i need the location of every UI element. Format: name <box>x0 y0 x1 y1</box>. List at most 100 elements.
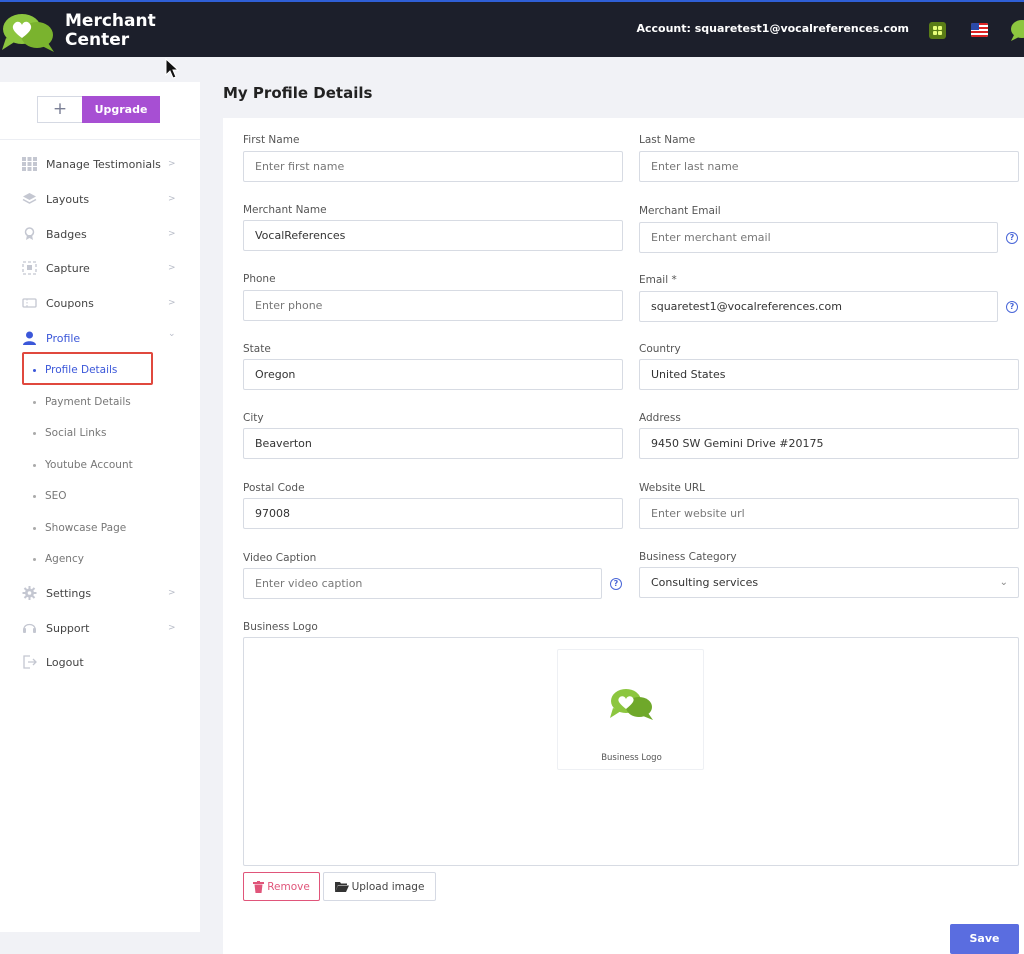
help-icon[interactable]: ? <box>1006 301 1018 313</box>
first-name-label: First Name <box>243 134 300 146</box>
chevron-right-icon: > <box>168 194 176 204</box>
brand-title: Merchant Center <box>65 12 156 50</box>
account-label[interactable]: Account: squaretest1@vocalreferences.com <box>636 22 909 35</box>
brand[interactable]: Merchant Center <box>0 8 156 54</box>
badge-icon <box>24 227 35 240</box>
help-icon[interactable]: ? <box>610 578 622 590</box>
subitem-label: Youtube Account <box>45 459 133 471</box>
state-label: State <box>243 343 271 355</box>
sidebar-item-badges[interactable]: Badges > <box>0 224 200 244</box>
merchant-name-input[interactable]: VocalReferences <box>243 220 623 251</box>
user-icon <box>23 331 36 345</box>
sidebar-item-label: Capture <box>46 261 90 275</box>
remove-button[interactable]: Remove <box>243 872 320 901</box>
bullet-icon <box>33 431 36 435</box>
help-icon[interactable]: ? <box>1006 232 1018 244</box>
phone-label: Phone <box>243 273 276 285</box>
subitem-youtube-account[interactable]: Youtube Account <box>33 456 133 474</box>
chevron-right-icon: > <box>168 229 176 239</box>
business-logo-preview: Business Logo <box>557 649 704 770</box>
add-button[interactable]: + <box>37 96 82 123</box>
postal-code-label: Postal Code <box>243 482 305 494</box>
subitem-label: Agency <box>45 553 84 565</box>
chat-logo-icon[interactable] <box>1008 18 1024 42</box>
business-logo-caption: Business Logo <box>601 753 662 763</box>
chevron-right-icon: > <box>168 298 176 308</box>
merchant-name-label: Merchant Name <box>243 204 327 216</box>
layers-icon <box>22 193 37 204</box>
video-caption-input[interactable]: Enter video caption <box>243 568 602 599</box>
trash-icon <box>253 880 265 893</box>
subitem-showcase-page[interactable]: Showcase Page <box>33 519 126 537</box>
country-input[interactable]: United States <box>639 359 1019 390</box>
subitem-agency[interactable]: Agency <box>33 550 84 568</box>
last-name-label: Last Name <box>639 134 696 146</box>
subitem-social-links[interactable]: Social Links <box>33 424 106 442</box>
sidebar-item-coupons[interactable]: Coupons > <box>0 293 200 313</box>
us-flag-icon[interactable] <box>971 23 988 37</box>
grid-icon <box>22 157 37 171</box>
sidebar-item-label: Manage Testimonials <box>46 157 161 171</box>
bullet-icon <box>33 557 36 561</box>
logout-icon <box>23 655 37 669</box>
sidebar-item-capture[interactable]: Capture > <box>0 258 200 278</box>
upload-button-label: Upload image <box>351 880 425 893</box>
last-name-input[interactable]: Enter last name <box>639 151 1019 182</box>
country-label: Country <box>639 343 681 355</box>
top-navbar: Merchant Center Account: squaretest1@voc… <box>0 0 1024 57</box>
sidebar-item-label: Profile <box>46 331 81 345</box>
merchant-email-label: Merchant Email <box>639 205 721 217</box>
chat-heart-logo-icon <box>2 14 54 52</box>
chevron-down-icon: ⌄ <box>168 329 176 339</box>
subitem-label: Showcase Page <box>45 522 127 534</box>
upgrade-section: + Upgrade <box>0 82 200 140</box>
sidebar-item-label: Logout <box>46 655 84 669</box>
business-category-value: Consulting services <box>651 576 759 589</box>
sidebar: + Upgrade Manage Testimonials > Layouts … <box>0 82 200 932</box>
business-category-select[interactable]: Consulting services ⌄ <box>639 567 1019 598</box>
address-input[interactable]: 9450 SW Gemini Drive #20175 <box>639 428 1019 459</box>
business-category-label: Business Category <box>639 551 737 563</box>
sidebar-item-label: Layouts <box>46 192 90 206</box>
merchant-email-input[interactable]: Enter merchant email <box>639 222 998 253</box>
sidebar-item-settings[interactable]: Settings > <box>0 583 200 603</box>
chevron-right-icon: > <box>168 159 176 169</box>
email-input[interactable]: squaretest1@vocalreferences.com <box>639 291 998 322</box>
website-url-label: Website URL <box>639 482 706 494</box>
address-label: Address <box>639 412 681 424</box>
coupon-icon <box>22 298 37 308</box>
page-title: My Profile Details <box>223 84 373 102</box>
upload-image-button[interactable]: Upload image <box>323 872 436 901</box>
mouse-cursor-icon <box>165 58 180 79</box>
chevron-right-icon: > <box>168 263 176 273</box>
subitem-payment-details[interactable]: Payment Details <box>33 393 131 411</box>
sidebar-item-support[interactable]: Support > <box>0 618 200 638</box>
subitem-label: Payment Details <box>45 396 131 408</box>
sidebar-item-profile[interactable]: Profile ⌄ <box>0 328 200 348</box>
city-input[interactable]: Beaverton <box>243 428 623 459</box>
subitem-seo[interactable]: SEO <box>33 487 67 505</box>
business-logo-dropzone[interactable]: Business Logo <box>243 637 1019 866</box>
video-caption-label: Video Caption <box>243 552 317 564</box>
state-input[interactable]: Oregon <box>243 359 623 390</box>
postal-code-input[interactable]: 97008 <box>243 498 623 529</box>
sidebar-item-manage-testimonials[interactable]: Manage Testimonials > <box>0 154 200 174</box>
website-url-input[interactable]: Enter website url <box>639 498 1019 529</box>
upgrade-button[interactable]: Upgrade <box>82 96 160 123</box>
gear-icon <box>22 586 37 600</box>
sidebar-item-layouts[interactable]: Layouts > <box>0 189 200 209</box>
bullet-icon <box>33 526 36 530</box>
email-label: Email * <box>639 274 677 286</box>
bullet-icon <box>33 400 36 404</box>
city-label: City <box>243 412 264 424</box>
sidebar-item-logout[interactable]: Logout <box>0 652 200 672</box>
chevron-right-icon: > <box>168 588 176 598</box>
save-button[interactable]: Save <box>950 924 1019 954</box>
apps-grid-icon[interactable] <box>929 22 946 39</box>
phone-input[interactable]: Enter phone <box>243 290 623 321</box>
first-name-input[interactable]: Enter first name <box>243 151 623 182</box>
chevron-right-icon: > <box>168 623 176 633</box>
chevron-down-icon: ⌄ <box>999 577 1008 588</box>
chat-heart-logo-icon <box>610 689 653 720</box>
sidebar-item-label: Badges <box>46 227 87 241</box>
